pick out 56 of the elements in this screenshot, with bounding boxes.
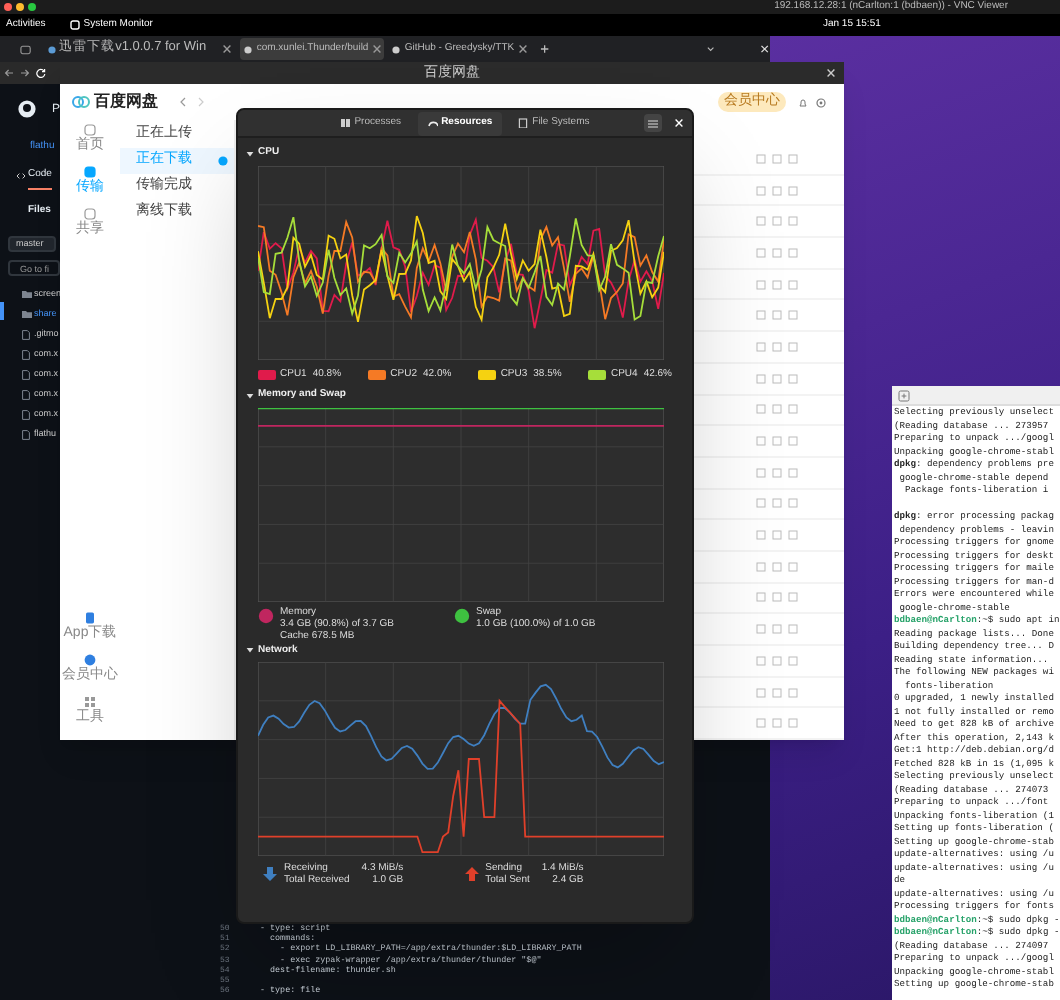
row-actions-icon[interactable] bbox=[756, 247, 800, 258]
row-actions-icon[interactable] bbox=[756, 279, 800, 290]
site-icon bbox=[47, 45, 56, 53]
back-icon[interactable] bbox=[4, 68, 14, 78]
reload-icon[interactable] bbox=[36, 68, 46, 78]
row-actions-icon[interactable] bbox=[756, 467, 800, 478]
row-actions-icon[interactable] bbox=[756, 498, 800, 509]
nav-icon bbox=[84, 124, 96, 136]
selection-indicator bbox=[0, 302, 4, 320]
row-actions-icon[interactable] bbox=[756, 687, 800, 698]
monitor-icon bbox=[69, 20, 80, 30]
menu-button[interactable] bbox=[644, 114, 662, 132]
row-actions-icon[interactable] bbox=[756, 718, 800, 729]
row-actions-icon[interactable] bbox=[756, 404, 800, 415]
row-actions-icon[interactable] bbox=[756, 185, 800, 196]
site-icon bbox=[244, 45, 253, 53]
row-actions-icon[interactable] bbox=[756, 655, 800, 666]
folder-icon bbox=[22, 310, 32, 318]
cloud-logo-icon bbox=[72, 96, 90, 108]
folder-icon bbox=[22, 290, 32, 298]
site-icon bbox=[392, 45, 401, 53]
row-actions-icon[interactable] bbox=[756, 436, 800, 447]
close-icon[interactable] bbox=[826, 68, 836, 78]
code-icon bbox=[16, 172, 26, 180]
tab-icon bbox=[518, 118, 529, 128]
back-icon[interactable] bbox=[178, 96, 188, 108]
tool-icon bbox=[84, 654, 96, 666]
tool-icon bbox=[84, 612, 96, 624]
tab-icon bbox=[427, 118, 438, 128]
github-logo-icon bbox=[18, 100, 36, 118]
tab-list-icon[interactable] bbox=[20, 43, 32, 55]
tab-close-icon[interactable] bbox=[372, 44, 383, 54]
close-window-icon[interactable] bbox=[760, 44, 770, 54]
row-actions-icon[interactable] bbox=[756, 310, 800, 321]
tab-icon bbox=[340, 118, 351, 128]
row-actions-icon[interactable] bbox=[756, 530, 800, 541]
menu-icon bbox=[648, 119, 658, 127]
new-tab-icon[interactable] bbox=[540, 44, 550, 54]
row-actions-icon[interactable] bbox=[756, 153, 800, 164]
tab-close-icon[interactable] bbox=[518, 44, 529, 54]
row-actions-icon[interactable] bbox=[756, 341, 800, 352]
row-actions-icon[interactable] bbox=[756, 373, 800, 384]
forward-icon[interactable] bbox=[20, 68, 30, 78]
nav-icon bbox=[84, 166, 96, 178]
tool-icon bbox=[84, 696, 96, 708]
row-actions-icon[interactable] bbox=[756, 216, 800, 227]
bell-icon[interactable] bbox=[798, 97, 808, 107]
row-actions-icon[interactable] bbox=[756, 561, 800, 572]
nav-icon bbox=[84, 208, 96, 220]
settings-icon[interactable] bbox=[816, 97, 826, 107]
tab-close-icon[interactable] bbox=[222, 44, 233, 54]
row-actions-icon[interactable] bbox=[756, 592, 800, 603]
chevron-down-icon[interactable] bbox=[705, 44, 715, 54]
status-dot-icon bbox=[218, 156, 228, 166]
app-logo: 百度网盘 bbox=[94, 90, 158, 114]
row-actions-icon[interactable] bbox=[756, 624, 800, 635]
